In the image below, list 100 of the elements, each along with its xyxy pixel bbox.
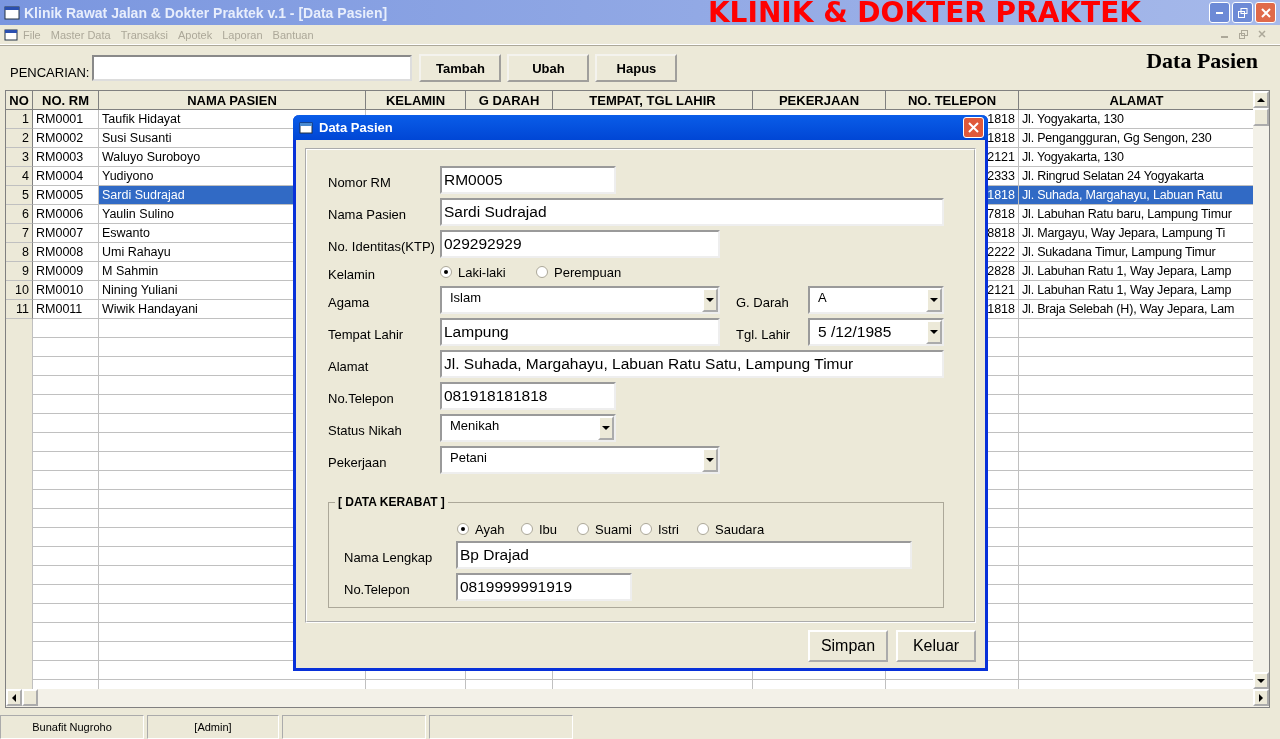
row-number: 10: [6, 281, 33, 300]
table-cell: RM0001: [33, 110, 99, 129]
table-cell: RM0008: [33, 243, 99, 262]
radio-option[interactable]: Perempuan: [536, 264, 632, 280]
column-header[interactable]: NO. RM: [33, 91, 99, 110]
document-icon: [4, 27, 18, 42]
close-button[interactable]: [963, 117, 984, 138]
column-header[interactable]: ALAMAT: [1019, 91, 1253, 110]
scrollbar-track[interactable]: [6, 689, 1269, 707]
dialog-icon: [299, 121, 313, 134]
darah-dropdown[interactable]: A: [808, 286, 944, 314]
nama-lengkap-field[interactable]: Bp Drajad: [456, 541, 912, 569]
table-cell: RM0009: [33, 262, 99, 281]
toolbar-button[interactable]: Hapus: [595, 54, 678, 82]
row-number: 4: [6, 167, 33, 186]
row-number: 5: [6, 186, 33, 205]
close-icon: [968, 122, 979, 133]
app-icon: [4, 4, 20, 21]
search-label: PENCARIAN:: [10, 64, 90, 80]
row-number: 2: [6, 129, 33, 148]
row-number: 1: [6, 110, 33, 129]
column-header[interactable]: PEKERJAAN: [753, 91, 886, 110]
right-arrow-icon: [1257, 693, 1265, 702]
status-panel: Bunafit Nugroho: [0, 715, 144, 739]
radio-option[interactable]: Suami: [577, 521, 640, 537]
table-cell: RM0011: [33, 300, 99, 319]
field-label: No.Telepon: [344, 580, 411, 597]
column-header[interactable]: NAMA PASIEN: [99, 91, 366, 110]
down-arrow-icon: [1257, 676, 1265, 685]
window-title: Klinik Rawat Jalan & Dokter Praktek v.1 - [Data Pasien]: [24, 4, 388, 21]
field-label: No.Telepon: [328, 389, 395, 406]
scroll-up-button[interactable]: [1253, 91, 1269, 108]
table-cell: RM0010: [33, 281, 99, 300]
status-nikah-dropdown[interactable]: Menikah: [440, 414, 616, 442]
banner-title: KLINIK & DOKTER PRAKTEK: [707, 0, 1141, 29]
dropdown-arrow-icon: [706, 456, 714, 464]
table-cell: RM0007: [33, 224, 99, 243]
group-legend: [ DATA KERABAT ]: [335, 495, 448, 509]
dropdown-arrow-icon: [930, 296, 938, 304]
radio-option[interactable]: Ayah: [457, 521, 521, 537]
nama-pasien-field[interactable]: Sardi Sudrajad: [440, 198, 944, 226]
tanggal-dropdown[interactable]: 5 /12/1985: [808, 318, 944, 346]
table-cell: RM0006: [33, 205, 99, 224]
scroll-right-button[interactable]: [1253, 689, 1269, 706]
row-number: 9: [6, 262, 33, 281]
left-arrow-icon: [10, 693, 18, 702]
alamat-field[interactable]: Jl. Suhada, Margahayu, Labuan Ratu Satu, Lampung Timur: [440, 350, 944, 378]
status-panel: [Admin]: [147, 715, 279, 739]
field-label: Status Nikah: [328, 421, 403, 438]
kerabat-telepon-field[interactable]: 0819999991919: [456, 573, 632, 601]
row-number: 8: [6, 243, 33, 262]
column-header[interactable]: NO: [6, 91, 33, 110]
radio-option[interactable]: Istri: [640, 521, 697, 537]
table-cell: RM0005: [33, 186, 99, 205]
dropdown-arrow-icon: [602, 424, 610, 432]
agama-dropdown[interactable]: Islam: [440, 286, 720, 314]
close-button[interactable]: [1255, 2, 1276, 23]
toolbar-button[interactable]: Ubah: [507, 54, 590, 82]
toolbar-button[interactable]: Tambah: [419, 54, 502, 82]
field-label: Pekerjaan: [328, 453, 388, 470]
dropdown-arrow-icon: [706, 296, 714, 304]
minimize-icon: [1216, 11, 1223, 14]
pekerjaan-dropdown[interactable]: Petani: [440, 446, 720, 474]
page-heading: Data Pasien: [1146, 48, 1258, 74]
table-cell: RM0004: [33, 167, 99, 186]
field-label: Tgl. Lahir: [736, 325, 792, 342]
radio-option[interactable]: Ibu: [521, 521, 577, 537]
nomor-rm-field[interactable]: RM0005: [440, 166, 616, 194]
scroll-thumb[interactable]: [1253, 108, 1269, 126]
radio-option[interactable]: Laki-laki: [440, 264, 536, 280]
row-number: 6: [6, 205, 33, 224]
dialog-button[interactable]: Simpan: [808, 630, 888, 662]
row-number: 7: [6, 224, 33, 243]
scroll-thumb[interactable]: [22, 689, 38, 706]
restore-button[interactable]: [1232, 2, 1253, 23]
restore-icon[interactable]: [1239, 30, 1248, 39]
dropdown-arrow-icon: [930, 328, 938, 336]
tempat-lahir-field[interactable]: Lampung: [440, 318, 720, 346]
table-cell: Jl. Suhada, Margahayu, Labuan Ratu: [1019, 186, 1253, 205]
up-arrow-icon: [1257, 95, 1265, 104]
row-number: 3: [6, 148, 33, 167]
table-cell: RM0002: [33, 129, 99, 148]
column-header[interactable]: G DARAH: [466, 91, 553, 110]
radio-option[interactable]: Saudara: [697, 521, 777, 537]
scroll-down-button[interactable]: [1253, 672, 1269, 689]
field-label: Nama Lengkap: [344, 548, 434, 565]
close-icon[interactable]: [1258, 30, 1266, 38]
dialog-button[interactable]: Keluar: [896, 630, 976, 662]
scroll-left-button[interactable]: [6, 689, 22, 706]
table-cell: RM0003: [33, 148, 99, 167]
column-header[interactable]: KELAMIN: [366, 91, 466, 110]
search-field[interactable]: [92, 55, 413, 81]
field-label: Tempat Lahir: [328, 325, 405, 342]
column-header[interactable]: NO. TELEPON: [886, 91, 1019, 110]
identitas-field[interactable]: 029292929: [440, 230, 720, 258]
column-header[interactable]: TEMPAT, TGL LAHIR: [553, 91, 753, 110]
field-label: G. Darah: [736, 293, 790, 310]
minimize-button[interactable]: [1209, 2, 1230, 23]
close-icon: [1260, 7, 1271, 18]
telepon-field[interactable]: 081918181818: [440, 382, 616, 410]
